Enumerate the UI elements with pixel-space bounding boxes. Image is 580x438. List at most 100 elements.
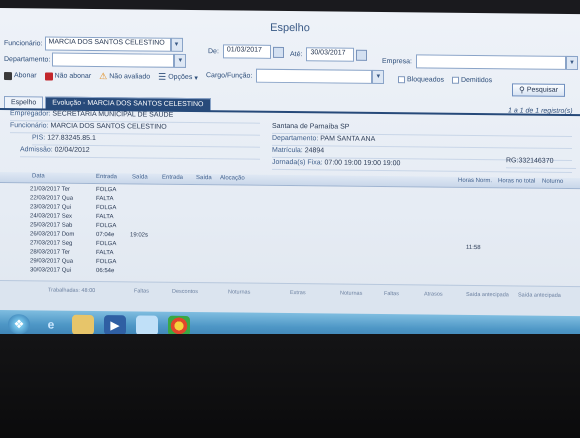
funcionario-key: Funcionário: <box>10 122 49 130</box>
footer-item: Faltas <box>384 291 399 298</box>
header-saida-1[interactable]: Saída <box>132 174 148 180</box>
opcoes-label: Opções <box>168 73 193 82</box>
footer-item: Descontos <box>172 288 198 296</box>
cell-entrada: FALTA <box>96 214 114 221</box>
grid-body: 21/03/2017 Ter FOLGA 22/03/2017 Qua FALTA 23… <box>0 8 580 274</box>
date-from-filter: De: 01/03/2017 <box>208 44 284 59</box>
demitidos-checkbox[interactable] <box>451 76 459 84</box>
cell-date: 30/03/2017 Qui <box>30 267 72 274</box>
funcionario-filter: Funcionário: MARCIA DOS SANTOS CELESTINO… <box>4 36 183 52</box>
departamento-filter: Departamento: ▼ <box>4 52 187 68</box>
header-noturno[interactable]: Noturno <box>542 179 563 185</box>
cell-entrada: FALTA <box>96 250 114 257</box>
internet-explorer-icon[interactable]: e <box>40 314 62 334</box>
warning-icon: ⚠ <box>99 71 108 82</box>
thumbs-down-icon <box>44 71 53 81</box>
cargo-field[interactable] <box>256 68 373 84</box>
cell-date: 25/03/2017 Sab <box>30 222 73 229</box>
header-horas-total[interactable]: Horas no total <box>498 178 535 184</box>
date-to-filter: Até: 30/03/2017 <box>290 47 368 62</box>
empresa-label: Empresa: <box>382 57 412 65</box>
chrome-icon[interactable] <box>168 315 190 336</box>
list-icon: ☰ <box>158 71 167 82</box>
cell-date: 23/03/2017 Qui <box>30 204 72 211</box>
rg-row: RG:332146370 <box>506 157 576 170</box>
admissao-row: Admissão: 02/04/2012 <box>20 146 260 160</box>
toolbar: Abonar Não abonar ⚠ Não avaliado ☰ Opçõe… <box>4 70 206 83</box>
header-entrada-2[interactable]: Entrada <box>162 175 183 181</box>
nao-abonar-label: Não abonar <box>54 72 92 80</box>
abonar-button[interactable]: Abonar <box>4 71 37 80</box>
departamento-key: Departamento: <box>272 134 319 143</box>
empregador-key: Empregador: <box>10 110 51 118</box>
cidade-value: Santana de Parnaíba SP <box>272 122 350 131</box>
thumbs-up-icon <box>4 71 12 80</box>
nao-abonar-button[interactable]: Não abonar <box>44 71 92 81</box>
calendar-icon[interactable] <box>356 49 368 61</box>
empresa-field[interactable] <box>415 54 566 70</box>
pis-value: 127.83245.85.1 <box>47 134 96 143</box>
cell-entrada: FOLGA <box>96 241 117 248</box>
funcionario-value: MARCIA DOS SANTOS CELESTINO <box>50 122 167 131</box>
header-entrada-1[interactable]: Entrada <box>96 174 117 180</box>
cell-entrada: FALTA <box>96 196 114 203</box>
header-alocacao[interactable]: Alocação <box>220 175 245 181</box>
bloqueados-checkbox[interactable] <box>398 76 405 84</box>
cell-entrada: 07:04e <box>96 232 115 239</box>
bloqueados-label: Bloqueados <box>407 76 444 84</box>
date-to-field[interactable]: 30/03/2017 <box>306 47 355 62</box>
ate-label: Até: <box>290 50 303 58</box>
footer-item: Atrasos <box>424 291 443 298</box>
footer-item: Noturnas <box>228 289 251 296</box>
cell-date: 21/03/2017 Ter <box>30 186 70 193</box>
header-saida-2[interactable]: Saída <box>196 175 212 181</box>
media-player-icon[interactable]: ▶ <box>104 315 126 336</box>
footer-item: Saída antecipada <box>466 291 509 299</box>
footer-item: Trabalhadas: 48:00 <box>48 287 96 294</box>
empregador-value: SECRETARIA MUNICIPAL DE SAUDE <box>52 110 174 119</box>
cell-date: 28/03/2017 Ter <box>30 249 70 256</box>
abonar-label: Abonar <box>14 72 37 80</box>
pager-text: 1 a 1 de 1 registro(s) <box>508 107 573 115</box>
calendar-icon[interactable] <box>272 46 284 58</box>
cell-entrada: FOLGA <box>96 259 117 266</box>
chevron-down-icon: ▾ <box>194 74 198 82</box>
footer-item: Noturnas <box>340 290 363 297</box>
footer-item: Saída antecipada <box>518 292 561 299</box>
matricula-key: Matrícula: <box>272 146 303 155</box>
date-from-field[interactable]: 01/03/2017 <box>222 44 271 59</box>
matricula-value: 24894 <box>304 147 325 155</box>
footer-item: Extras <box>290 290 306 297</box>
funcionario-dropdown-icon[interactable]: ▼ <box>170 37 183 52</box>
footer-item: Faltas <box>134 288 149 295</box>
active-window-icon[interactable] <box>136 315 158 336</box>
admissao-key: Admissão: <box>20 146 53 154</box>
jornada-key: Jornada(s) Fixa: <box>272 158 323 167</box>
cargo-label: Cargo/Função: <box>206 71 253 80</box>
cargo-dropdown-icon[interactable]: ▼ <box>372 69 385 85</box>
departamento-dropdown-icon[interactable]: ▼ <box>174 53 187 68</box>
monitor-bezel <box>0 334 580 438</box>
start-orb-icon[interactable]: ❖ <box>8 314 30 335</box>
folder-icon[interactable] <box>72 314 94 335</box>
nao-avaliado-button[interactable]: ⚠ Não avaliado <box>99 71 150 83</box>
empresa-dropdown-icon[interactable]: ▼ <box>565 55 578 71</box>
cell-entrada: FOLGA <box>96 205 117 212</box>
funcionario-label: Funcionário: <box>4 39 43 47</box>
opcoes-button[interactable]: ☰ Opções ▾ <box>158 72 198 83</box>
monitor-screen: Espelho Funcionário: MARCIA DOS SANTOS C… <box>0 8 580 341</box>
cell-entrada: 06:54e <box>96 268 115 275</box>
cell-date: 26/03/2017 Dom <box>30 231 75 238</box>
search-icon: ⚲ <box>519 85 525 95</box>
pesquisar-label: Pesquisar <box>526 86 558 94</box>
header-data[interactable]: Data <box>32 173 45 179</box>
header-horas-norm[interactable]: Horas Norm. <box>458 178 492 184</box>
cell-date: 22/03/2017 Qua <box>30 195 74 202</box>
cell-entrada: FOLGA <box>96 223 117 230</box>
rg-value: RG:332146370 <box>506 157 554 165</box>
demitidos-label: Demitidos <box>460 76 493 85</box>
funcionario-field[interactable]: MARCIA DOS SANTOS CELESTINO <box>44 36 171 52</box>
departamento-field[interactable] <box>52 52 175 68</box>
pesquisar-button[interactable]: ⚲ Pesquisar <box>512 83 565 97</box>
cell-date: 27/03/2017 Seg <box>30 240 73 247</box>
